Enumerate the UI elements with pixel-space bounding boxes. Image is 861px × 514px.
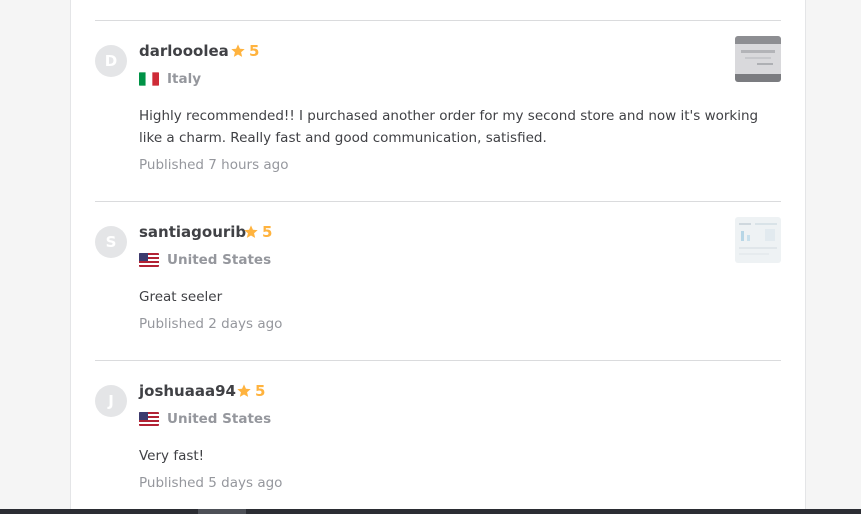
rating: 5 [236,382,265,400]
country-name: Italy [167,71,202,87]
united-states-flag-icon [139,412,159,426]
bottom-bar-segment [198,509,246,514]
review-text: Highly recommended!! I purchased another… [139,108,759,146]
avatar[interactable]: D [95,45,127,77]
published-time: Published 7 hours ago [139,157,289,173]
avatar[interactable]: J [95,385,127,417]
review-attachment-thumbnail[interactable] [735,36,781,82]
review-attachment-thumbnail[interactable] [735,217,781,263]
avatar[interactable]: S [95,226,127,258]
review-username[interactable]: santiagourib [139,223,246,241]
country-name: United States [167,252,272,268]
rating-value: 5 [249,42,260,60]
united-states-flag-icon [139,253,159,267]
bottom-bar [0,509,861,514]
reviewer-country: United States [139,411,271,427]
rating-value: 5 [262,223,273,241]
rating: 5 [230,42,259,60]
review-username[interactable]: darlooolea [139,42,229,60]
reviewer-country: Italy [139,71,201,87]
review-item: D darlooolea 5 Italy Highly recommended!… [95,20,781,173]
rating-value: 5 [255,382,266,400]
rating: 5 [243,223,272,241]
star-icon [244,225,258,238]
published-time: Published 2 days ago [139,316,283,332]
review-item: J joshuaaa94 5 United States Very fast! … [95,360,781,510]
review-text: Great seeler [139,289,223,305]
reviews-card: D darlooolea 5 Italy Highly recommended!… [70,0,806,514]
published-time: Published 5 days ago [139,475,283,491]
star-icon [231,44,245,57]
star-icon [237,384,251,397]
review-text: Very fast! [139,448,205,464]
review-username[interactable]: joshuaaa94 [139,382,236,400]
review-item: S santiagourib 5 United States Great see… [95,201,781,351]
country-name: United States [167,411,272,427]
reviewer-country: United States [139,252,271,268]
italy-flag-icon [139,72,159,86]
